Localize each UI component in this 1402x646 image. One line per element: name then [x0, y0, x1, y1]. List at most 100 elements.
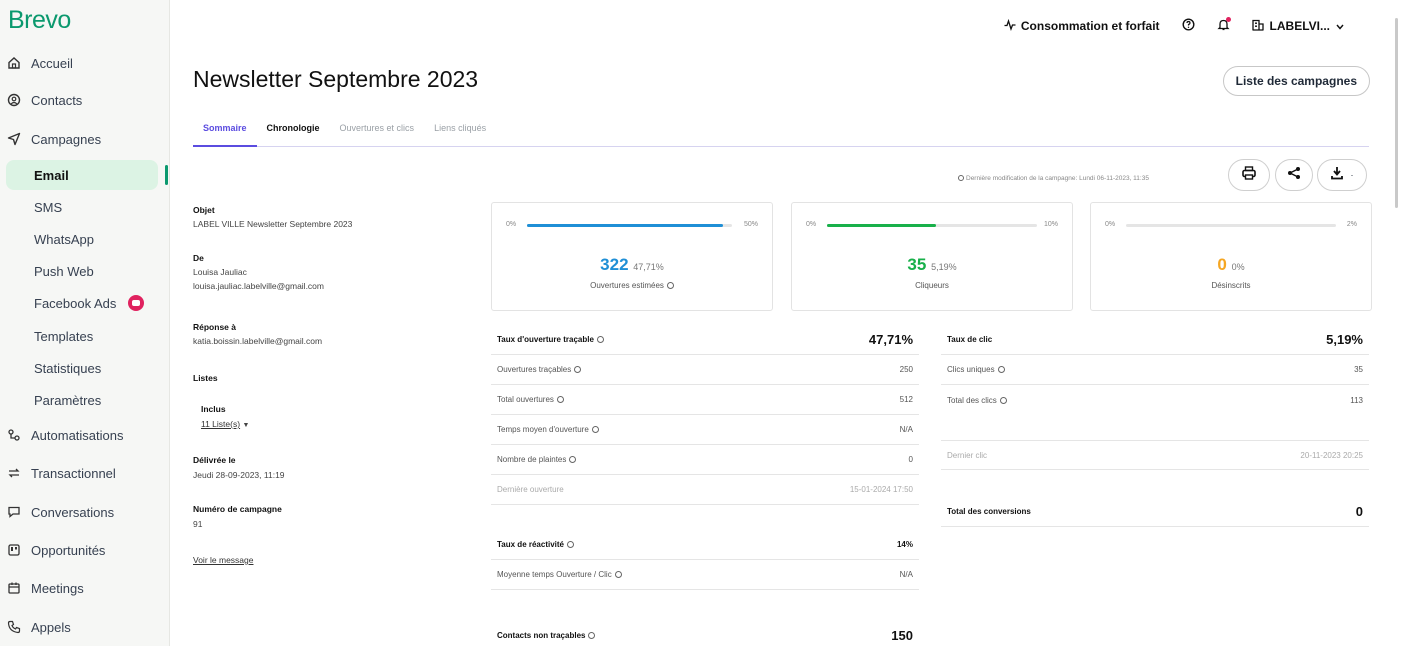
sidebar-item-automatisations[interactable]: Automatisations: [6, 420, 158, 450]
table-row: Ouvertures traçables 250: [491, 355, 919, 385]
objet-label: Objet: [193, 205, 215, 215]
row-value: 20-11-2023 20:25: [1300, 450, 1363, 460]
deals-icon: [6, 542, 22, 558]
brevo-logo[interactable]: Brevo: [8, 6, 71, 35]
row-value: N/A: [899, 425, 913, 434]
info-icon[interactable]: [999, 396, 1007, 404]
scrollbar-thumb[interactable]: [1395, 18, 1398, 208]
sidebar-item-facebook-ads[interactable]: Facebook Ads: [6, 288, 158, 318]
row-value: 113: [1350, 395, 1363, 405]
sidebar-item-label: Campagnes: [31, 131, 102, 147]
consumption-link[interactable]: Consommation et forfait: [1004, 18, 1160, 34]
sidebar-item-conversations[interactable]: Conversations: [6, 497, 158, 527]
info-icon[interactable]: [588, 631, 596, 639]
sidebar-item-accueil[interactable]: Accueil: [6, 48, 158, 78]
tab-liens-cliques[interactable]: Liens cliqués: [424, 118, 496, 147]
voir-message-link[interactable]: Voir le message: [193, 555, 253, 565]
active-indicator: [165, 165, 168, 185]
clickers-percent: 5,19%: [931, 262, 957, 272]
sidebar-item-label: Push Web: [34, 263, 94, 279]
row-value: 250: [899, 365, 913, 374]
row-value: 35: [1354, 365, 1363, 374]
sidebar-item-push-web[interactable]: Push Web: [6, 256, 158, 286]
campaign-list-button[interactable]: Liste des campagnes: [1222, 66, 1370, 96]
sidebar-item-parametres[interactable]: Paramètres: [6, 385, 158, 415]
sidebar-item-label: SMS: [34, 199, 63, 215]
clickers-count: 35: [907, 255, 927, 274]
info-icon[interactable]: [574, 366, 582, 373]
row-label: Ouvertures traçables: [497, 365, 572, 374]
calendar-icon: [6, 580, 22, 596]
row-value: N/A: [899, 570, 913, 579]
topbar: Consommation et forfait LABELVI...: [982, 17, 1344, 34]
row-value: 0: [908, 455, 913, 464]
info-icon[interactable]: [556, 396, 564, 403]
row-label: Contacts non traçables: [497, 630, 586, 640]
sidebar-item-label: Templates: [34, 328, 94, 344]
info-icon[interactable]: [614, 571, 622, 578]
home-icon: [6, 55, 22, 71]
table-row: Total des conversions 0: [941, 497, 1369, 527]
page-title: Newsletter Septembre 2023: [193, 66, 479, 92]
info-icon[interactable]: [567, 541, 574, 548]
unsubscribed-progress-bar: [1126, 224, 1336, 227]
notifications-button[interactable]: [1216, 17, 1231, 34]
info-icon[interactable]: [666, 282, 674, 289]
print-icon: [1241, 165, 1257, 185]
row-label: Dernier clic: [947, 450, 988, 460]
help-button[interactable]: [1182, 18, 1195, 34]
sidebar-item-sms[interactable]: SMS: [6, 192, 158, 222]
range-min: 0%: [806, 221, 817, 228]
tab-ouvertures-clics[interactable]: Ouvertures et clics: [330, 118, 425, 147]
tab-chronologie[interactable]: Chronologie: [257, 118, 330, 147]
share-icon: [1287, 166, 1301, 185]
download-button[interactable]: ·: [1317, 159, 1367, 191]
sidebar-item-label: Automatisations: [31, 427, 124, 443]
sidebar-item-appels[interactable]: Appels: [6, 612, 158, 642]
opens-label-text: Ouvertures estimées: [590, 281, 664, 290]
sidebar-item-whatsapp[interactable]: WhatsApp: [6, 224, 158, 254]
sidebar-item-label: Accueil: [31, 55, 73, 71]
sidebar-item-transactionnel[interactable]: Transactionnel: [6, 458, 158, 488]
account-menu[interactable]: LABELVI...: [1251, 19, 1344, 34]
opens-count: 322: [600, 255, 629, 274]
row-value: 47,71%: [868, 332, 913, 347]
consumption-label: Consommation et forfait: [1020, 19, 1160, 33]
info-icon[interactable]: [596, 336, 604, 343]
info-icon[interactable]: [997, 366, 1005, 373]
last-modified-value: Dernière modification de la campagne: Lu…: [966, 175, 1149, 182]
row-value: 512: [899, 395, 913, 404]
row-label: Total des conversions: [947, 507, 1031, 516]
share-button[interactable]: [1275, 159, 1313, 191]
inclus-dropdown[interactable]: 11 Liste(s) ▼: [201, 419, 249, 429]
sidebar-item-meetings[interactable]: Meetings: [6, 573, 158, 603]
sidebar-item-statistiques[interactable]: Statistiques: [6, 353, 158, 383]
sidebar-item-templates[interactable]: Templates: [6, 321, 158, 351]
caret-down-icon: ▼: [242, 422, 250, 429]
row-label: Dernière ouverture: [497, 485, 564, 494]
opens-stat: 322 47,71%: [492, 255, 772, 275]
sidebar-item-label: Meetings: [31, 580, 84, 596]
sidebar-item-email[interactable]: Email: [6, 160, 158, 190]
numero-label: Numéro de campagne: [193, 504, 282, 514]
clickers-label: Cliqueurs: [915, 281, 949, 290]
tab-sommaire[interactable]: Sommaire: [193, 118, 257, 147]
info-icon[interactable]: [569, 456, 577, 463]
sidebar-item-campagnes[interactable]: Campagnes: [6, 124, 158, 154]
range-max: 10%: [1043, 221, 1058, 228]
table-row: Clics uniques 35: [941, 355, 1369, 385]
sidebar-item-contacts[interactable]: Contacts: [6, 85, 158, 115]
sidebar-item-label: Statistiques: [34, 360, 102, 376]
unsubscribed-count: 0: [1217, 255, 1227, 274]
inclus-value: 11 Liste(s): [201, 419, 241, 429]
scrollbar[interactable]: [1394, 0, 1402, 646]
sidebar-item-label: Transactionnel: [31, 465, 116, 481]
inclus-label: Inclus: [201, 404, 226, 414]
sidebar-item-label: Conversations: [31, 504, 115, 520]
opens-card: 0% 50% 322 47,71% Ouvertures estimées: [491, 202, 773, 311]
info-icon[interactable]: [591, 426, 599, 433]
sidebar-item-opportunites[interactable]: Opportunités: [6, 535, 158, 565]
row-value: 150: [891, 627, 913, 643]
opens-progress-bar: [527, 224, 732, 227]
print-button[interactable]: [1228, 159, 1270, 191]
